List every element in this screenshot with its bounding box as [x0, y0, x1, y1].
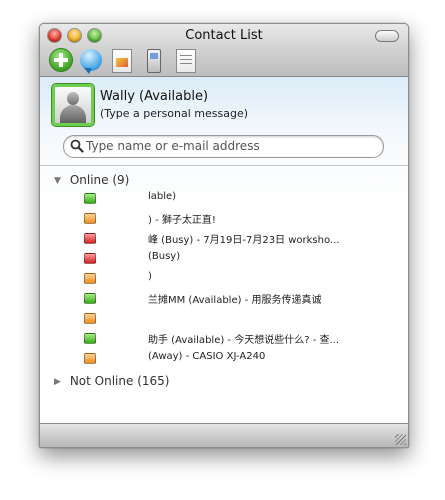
group-not-online[interactable]: ▶ Not Online (165) [54, 374, 169, 388]
contact-list-content: Wally (Available) (Type a personal messa… [40, 77, 408, 447]
personal-message[interactable]: (Type a personal message) [100, 107, 248, 120]
status-available-icon [84, 193, 96, 204]
toolbar-toggle-button[interactable] [375, 30, 399, 42]
add-contact-icon[interactable] [50, 49, 72, 71]
status-away-icon [84, 273, 96, 284]
status-available-icon [84, 293, 96, 304]
status-away-icon [84, 213, 96, 224]
contact-list-window: Contact List Wally (Available) (Type a p… [39, 23, 409, 448]
disclosure-collapsed-icon[interactable]: ▶ [54, 377, 66, 387]
search-icon [70, 139, 84, 153]
contact-text: ) [148, 271, 152, 282]
avatar[interactable] [52, 84, 94, 126]
user-display-name[interactable]: Wally (Available) [100, 89, 208, 104]
search-box[interactable] [63, 135, 384, 158]
status-busy-icon [84, 233, 96, 244]
window-title: Contact List [185, 28, 263, 43]
avatar-head-shape [67, 92, 79, 105]
contact-text: lable) [148, 191, 177, 202]
group-not-online-label: Not Online (165) [69, 374, 170, 388]
search-input[interactable] [86, 137, 376, 155]
status-away-icon [84, 353, 96, 364]
contact-row[interactable]: lable) [84, 190, 399, 207]
contact-text: (Away) - CASIO XJ-A240 [148, 351, 266, 362]
title-bar: Contact List [40, 24, 408, 77]
status-available-icon [84, 333, 96, 344]
contact-row[interactable]: ) - 獅子太正直! [84, 210, 399, 227]
picture-file-icon[interactable] [112, 49, 132, 73]
contact-text: 峰 (Busy) - 7月19日-7月23日 worksho... [148, 235, 340, 246]
group-online[interactable]: ▼ Online (9) [54, 173, 129, 187]
status-busy-icon [84, 253, 96, 264]
avatar-body-shape [60, 105, 86, 123]
redaction-mark [112, 237, 142, 447]
status-away-icon [84, 313, 96, 324]
phone-icon[interactable] [147, 49, 161, 73]
status-bar [40, 423, 408, 447]
contact-text: ) - 獅子太正直! [148, 215, 216, 226]
contact-text: 兰摊MM (Available) - 用服务传递真诚 [148, 295, 322, 306]
chat-bubble-icon[interactable] [80, 49, 102, 74]
group-online-label: Online (9) [69, 173, 130, 187]
disclosure-expanded-icon[interactable]: ▼ [54, 176, 66, 186]
contact-text: 助手 (Available) - 今天想说些什么? - 查... [148, 335, 340, 346]
notepad-icon[interactable] [176, 49, 196, 73]
resize-grip-icon[interactable] [395, 434, 406, 445]
divider [40, 165, 408, 166]
contact-text: (Busy) [148, 251, 181, 262]
